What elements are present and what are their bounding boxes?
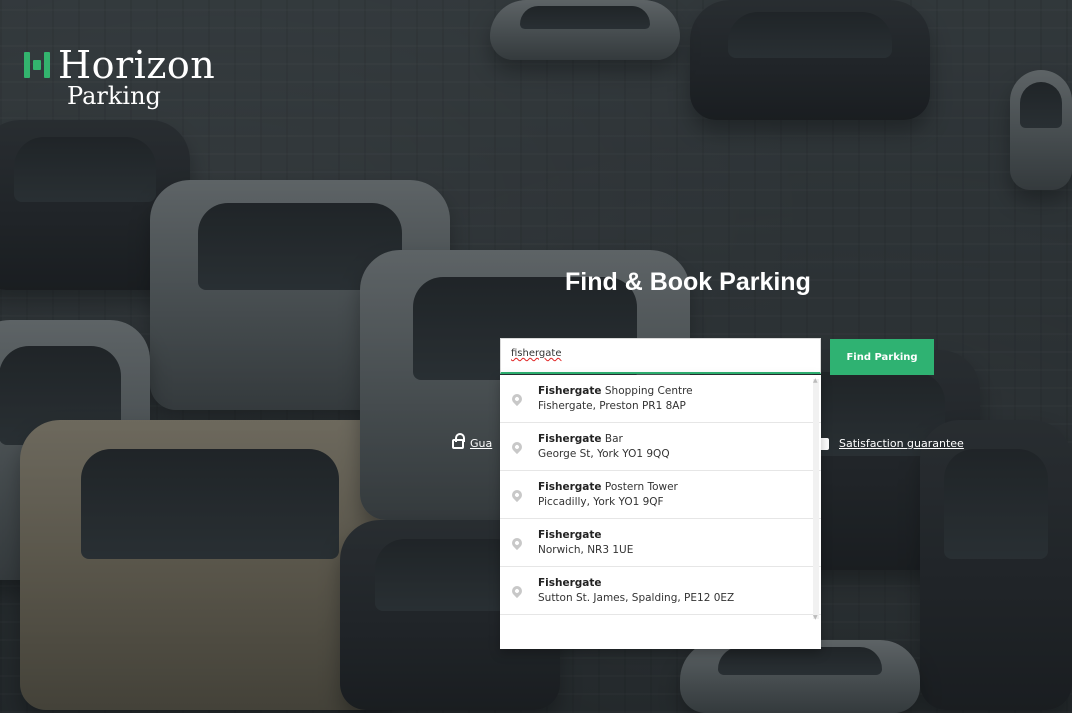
suggestion-name-rest: Bar [601, 432, 623, 445]
page-title: Find & Book Parking [565, 268, 811, 296]
find-parking-button[interactable]: Find Parking [830, 339, 934, 375]
dropdown-scrollbar[interactable] [813, 377, 819, 621]
map-pin-icon [509, 583, 525, 598]
map-pin-icon [509, 391, 525, 406]
suggestion-item[interactable]: Fishergate Norwich, NR3 1UE [500, 519, 821, 567]
suggestion-match: Fishergate [538, 528, 602, 541]
search-input-value: fishergate [511, 348, 562, 359]
suggestion-address: George St, York YO1 9QQ [538, 447, 670, 460]
suggestion-name-rest: Shopping Centre [601, 384, 693, 397]
suggestion-item[interactable]: Fishergate Bar George St, York YO1 9QQ [500, 423, 821, 471]
suggestion-address: Piccadilly, York YO1 9QF [538, 495, 664, 508]
satisfaction-guarantee-link[interactable]: Satisfaction guarantee [819, 437, 964, 450]
suggestion-item[interactable]: Fishergate Sutton St. James, Spalding, P… [500, 567, 821, 615]
map-pin-icon [509, 439, 525, 454]
satisfaction-guarantee-label: Satisfaction guarantee [839, 437, 964, 450]
suggestion-match: Fishergate [538, 432, 602, 445]
suggestion-address: Norwich, NR3 1UE [538, 543, 634, 556]
suggestion-name-rest: Postern Tower [601, 480, 678, 493]
suggestion-address: Fishergate, Preston PR1 8AP [538, 399, 686, 412]
guarantee-link-left[interactable]: Gua [452, 432, 493, 450]
suggestion-item[interactable]: Fishergate Postern Tower Piccadilly, Yor… [500, 471, 821, 519]
search-suggestions-dropdown: Fishergate Shopping Centre Fishergate, P… [500, 375, 821, 649]
horizon-logo-icon [24, 52, 50, 78]
map-pin-icon [509, 535, 525, 550]
map-pin-icon [509, 487, 525, 502]
lock-icon [452, 432, 465, 449]
brand-name: Horizon [58, 43, 216, 87]
suggestion-match: Fishergate [538, 384, 602, 397]
brand-logo[interactable]: Horizon Parking [24, 44, 215, 110]
location-search-input[interactable]: fishergate [500, 338, 821, 374]
guarantee-left-label: Gua [470, 437, 493, 450]
suggestion-match: Fishergate [538, 480, 602, 493]
suggestion-address: Sutton St. James, Spalding, PE12 0EZ [538, 591, 735, 604]
suggestion-match: Fishergate [538, 576, 602, 589]
suggestion-item[interactable]: Fishergate Shopping Centre Fishergate, P… [500, 375, 821, 423]
